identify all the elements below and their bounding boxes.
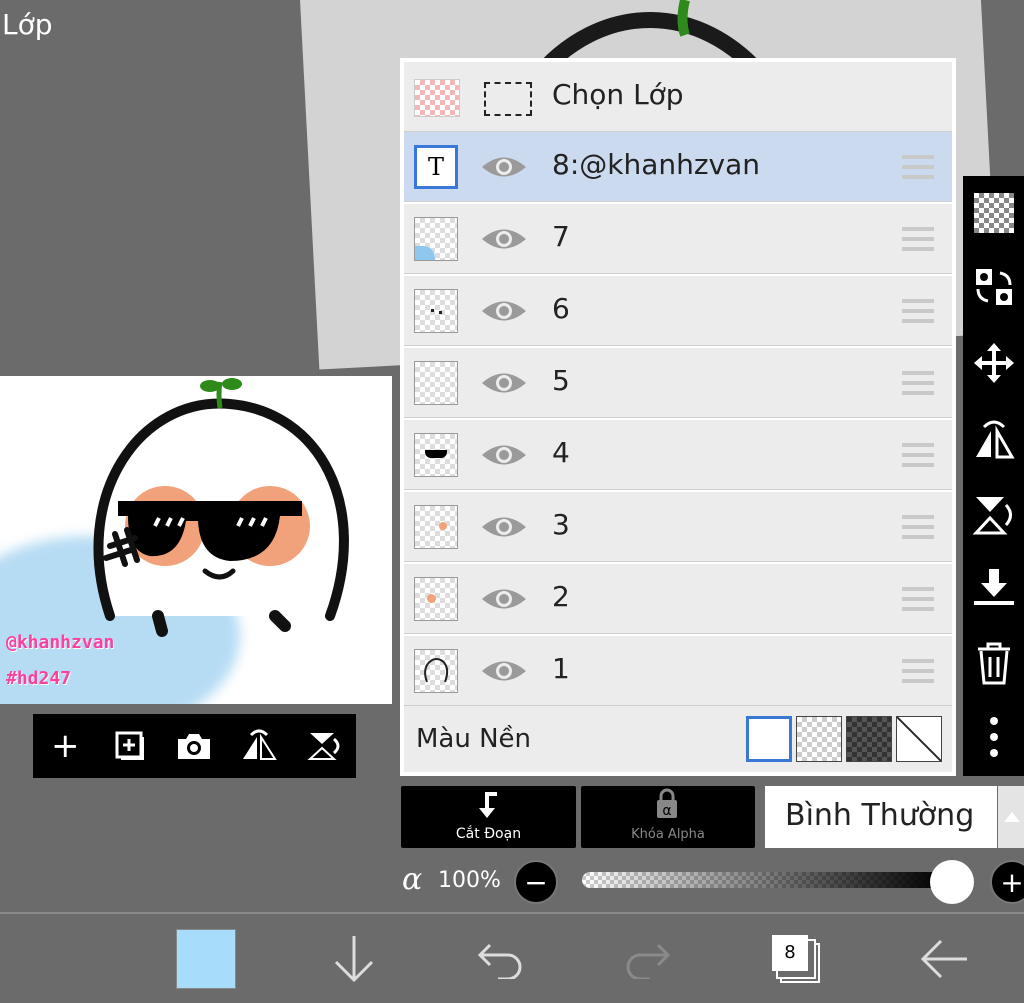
eye-icon[interactable]: [480, 512, 528, 542]
layer-name: 8:@khanhzvan: [552, 148, 761, 181]
drag-handle-icon[interactable]: [902, 587, 934, 611]
flip-horizontal-icon[interactable]: [971, 416, 1017, 462]
blend-mode-select[interactable]: Bình Thường: [765, 786, 997, 848]
clipping-button[interactable]: Cắt Đoạn: [401, 786, 576, 848]
page-title: Lớp: [2, 8, 53, 41]
drag-handle-icon[interactable]: [902, 227, 934, 251]
svg-text:α: α: [662, 803, 671, 819]
layer-row[interactable]: 4: [404, 420, 952, 490]
preview-tag-username: @khanhzvan: [6, 632, 115, 653]
drag-handle-icon[interactable]: [902, 443, 934, 467]
text-layer-icon: T: [414, 145, 458, 189]
selection-thumbnail: [414, 79, 460, 117]
background-none-swatch[interactable]: [896, 716, 942, 762]
selection-marquee-icon: [484, 82, 532, 116]
blend-mode-value: Bình Thường: [785, 798, 975, 833]
blend-mode-dropdown[interactable]: [998, 786, 1024, 848]
swap-layer-icon[interactable]: [971, 264, 1017, 310]
layers-count-button[interactable]: 8: [760, 914, 832, 1003]
background-color-label: Màu Nền: [416, 724, 532, 754]
flip-horizontal-icon[interactable]: [237, 724, 281, 768]
opacity-increase-button[interactable]: +: [990, 860, 1024, 904]
opacity-decrease-button[interactable]: −: [514, 860, 558, 904]
camera-icon[interactable]: [172, 724, 216, 768]
background-white-swatch[interactable]: [746, 716, 792, 762]
eye-icon[interactable]: [480, 584, 528, 614]
undo-icon[interactable]: [464, 914, 536, 1003]
eye-icon[interactable]: [480, 296, 528, 326]
layer-row[interactable]: 2: [404, 564, 952, 634]
layer-name: 6: [552, 292, 570, 325]
preview-tag-hashtag: #hd247: [6, 668, 72, 689]
lock-icon: α: [657, 788, 677, 819]
layer-thumbnail: [414, 217, 458, 261]
layer-name: 4: [552, 436, 570, 469]
drag-handle-icon[interactable]: [902, 515, 934, 539]
drag-handle-icon[interactable]: [902, 659, 934, 683]
flip-vertical-icon[interactable]: [971, 492, 1017, 538]
move-icon[interactable]: [971, 340, 1017, 386]
select-layer-label: Chọn Lớp: [552, 78, 684, 111]
clipping-arrow-icon: [479, 792, 497, 818]
trash-icon[interactable]: [971, 640, 1017, 686]
drag-handle-icon[interactable]: [902, 155, 934, 179]
layer-name: 7: [552, 220, 570, 253]
eye-icon[interactable]: [480, 224, 528, 254]
opacity-slider-handle[interactable]: [930, 860, 974, 904]
layer-row[interactable]: 7: [404, 204, 952, 274]
opacity-row: α 100% − +: [400, 856, 1024, 908]
bottom-bar: 8: [0, 912, 1024, 1003]
add-layer-icon[interactable]: +: [43, 724, 87, 768]
eye-icon[interactable]: [480, 152, 528, 182]
eye-icon[interactable]: [480, 368, 528, 398]
layer-thumbnail: [414, 433, 458, 477]
drag-handle-icon[interactable]: [902, 299, 934, 323]
select-layer-row[interactable]: Chọn Lớp: [404, 62, 952, 132]
arrow-down-icon[interactable]: [318, 914, 390, 1003]
clipping-label: Cắt Đoạn: [455, 826, 522, 842]
layer-thumbnail: [414, 505, 458, 549]
layers-panel: Chọn Lớp T 8:@khanhzvan 7 6 5 4 3 2 1 Mà…: [400, 58, 956, 776]
layer-row[interactable]: 3: [404, 492, 952, 562]
eye-icon[interactable]: [480, 656, 528, 686]
background-checker-dark-swatch[interactable]: [846, 716, 892, 762]
layer-row[interactable]: T 8:@khanhzvan: [404, 132, 952, 202]
eye-icon[interactable]: [480, 440, 528, 470]
redo-icon[interactable]: [612, 914, 684, 1003]
alpha-lock-label: Khóa Alpha: [631, 827, 705, 842]
opacity-value: 100%: [438, 868, 501, 893]
layer-name: 5: [552, 364, 570, 397]
layer-thumbnail: [414, 361, 458, 405]
layer-thumbnail: [414, 649, 458, 693]
layer-row[interactable]: 1: [404, 636, 952, 706]
add-copy-icon[interactable]: [108, 724, 152, 768]
drag-handle-icon[interactable]: [902, 371, 934, 395]
chevron-up-icon: [1004, 812, 1020, 822]
layer-count: 8: [772, 934, 808, 971]
opacity-slider[interactable]: [582, 872, 942, 888]
layer-thumbnail: [414, 577, 458, 621]
layer-name: 3: [552, 508, 570, 541]
transparency-checker-icon[interactable]: [971, 190, 1017, 236]
background-color-row: Màu Nền: [404, 706, 952, 772]
layer-name: 1: [552, 652, 570, 685]
flip-vertical-icon[interactable]: [302, 724, 346, 768]
layer-thumbnail: [414, 289, 458, 333]
merge-down-icon[interactable]: [971, 566, 1017, 612]
layer-tools-toolbar: [963, 176, 1024, 776]
current-color-swatch[interactable]: [170, 914, 242, 1003]
layer-row[interactable]: 5: [404, 348, 952, 418]
layer-preview: @khanhzvan #hd247: [0, 376, 392, 704]
preview-toolbar: +: [33, 714, 356, 778]
layer-name: 2: [552, 580, 570, 613]
alpha-lock-button[interactable]: α Khóa Alpha: [581, 786, 755, 848]
more-options-icon[interactable]: [971, 714, 1017, 760]
layer-row[interactable]: 6: [404, 276, 952, 346]
back-arrow-icon[interactable]: [908, 914, 980, 1003]
alpha-symbol: α: [402, 862, 423, 897]
background-checker-light-swatch[interactable]: [796, 716, 842, 762]
